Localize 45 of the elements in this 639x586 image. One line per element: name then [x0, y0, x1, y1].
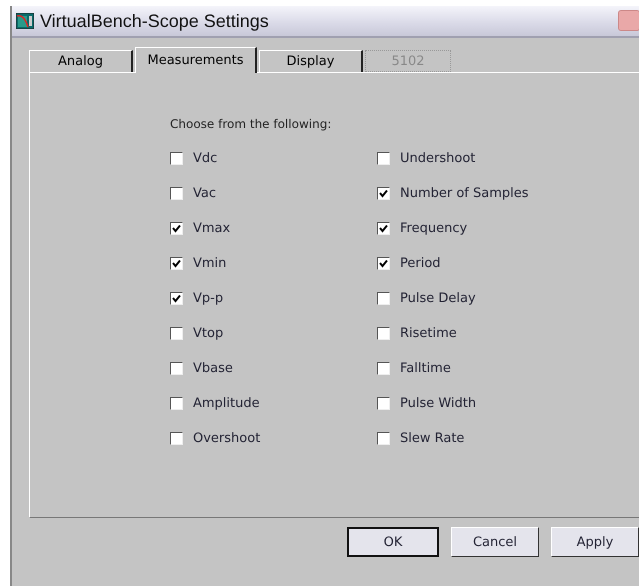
checkbox-label: Vmax — [193, 220, 230, 236]
checkbox[interactable] — [377, 396, 390, 410]
checkbox-label: Number of Samples — [400, 186, 529, 200]
checkbox-label: Vbase — [193, 360, 233, 376]
checkbox-label: Vtop — [193, 326, 224, 340]
dialog-button[interactable]: Cancel — [451, 527, 539, 557]
dialog-button[interactable]: Apply — [551, 527, 639, 557]
checkbox-label: Falltime — [400, 360, 451, 376]
checkbox[interactable] — [170, 256, 183, 270]
checkbox[interactable] — [377, 222, 390, 234]
checkbox-label: Vmin — [193, 256, 226, 270]
checkbox-label: Undershoot — [400, 150, 476, 166]
checkbox[interactable] — [170, 326, 183, 340]
checkbox[interactable] — [377, 362, 390, 374]
window-title: VirtualBench-Scope Settings — [40, 10, 269, 32]
checkbox[interactable] — [377, 256, 390, 270]
checkbox-label: Slew Rate — [400, 430, 464, 446]
checkbox[interactable] — [170, 362, 183, 374]
instruction-text: Choose from the following: — [170, 117, 332, 131]
checkbox[interactable] — [170, 396, 183, 410]
checkbox[interactable] — [377, 326, 390, 340]
checkbox-label: Vp-p — [193, 290, 224, 306]
checkbox-label: Pulse Delay — [400, 290, 476, 306]
checkbox-label: Pulse Width — [400, 396, 476, 410]
checkbox[interactable] — [377, 292, 390, 304]
checkbox[interactable] — [170, 432, 183, 444]
checkbox[interactable] — [377, 152, 390, 164]
checkbox[interactable] — [170, 222, 183, 234]
checkbox-label: Risetime — [400, 326, 457, 340]
checkbox-label: Period — [400, 256, 441, 270]
dialog-button[interactable]: OK — [347, 527, 439, 557]
checkbox[interactable] — [170, 152, 183, 164]
tab[interactable]: Measurements — [135, 47, 257, 73]
tab[interactable]: Analog — [29, 50, 133, 72]
checkbox-label: Frequency — [400, 220, 468, 236]
checkbox-label: Amplitude — [193, 396, 260, 410]
checkbox[interactable] — [377, 186, 390, 200]
tab[interactable]: Display — [259, 50, 363, 72]
checkbox-label: Overshoot — [193, 430, 260, 446]
checkbox[interactable] — [170, 292, 183, 304]
checkbox[interactable] — [377, 432, 390, 444]
checkbox-label: Vdc — [193, 150, 218, 166]
checkbox-label: Vac — [193, 186, 216, 200]
app-icon — [16, 13, 34, 29]
checkbox[interactable] — [170, 186, 183, 200]
